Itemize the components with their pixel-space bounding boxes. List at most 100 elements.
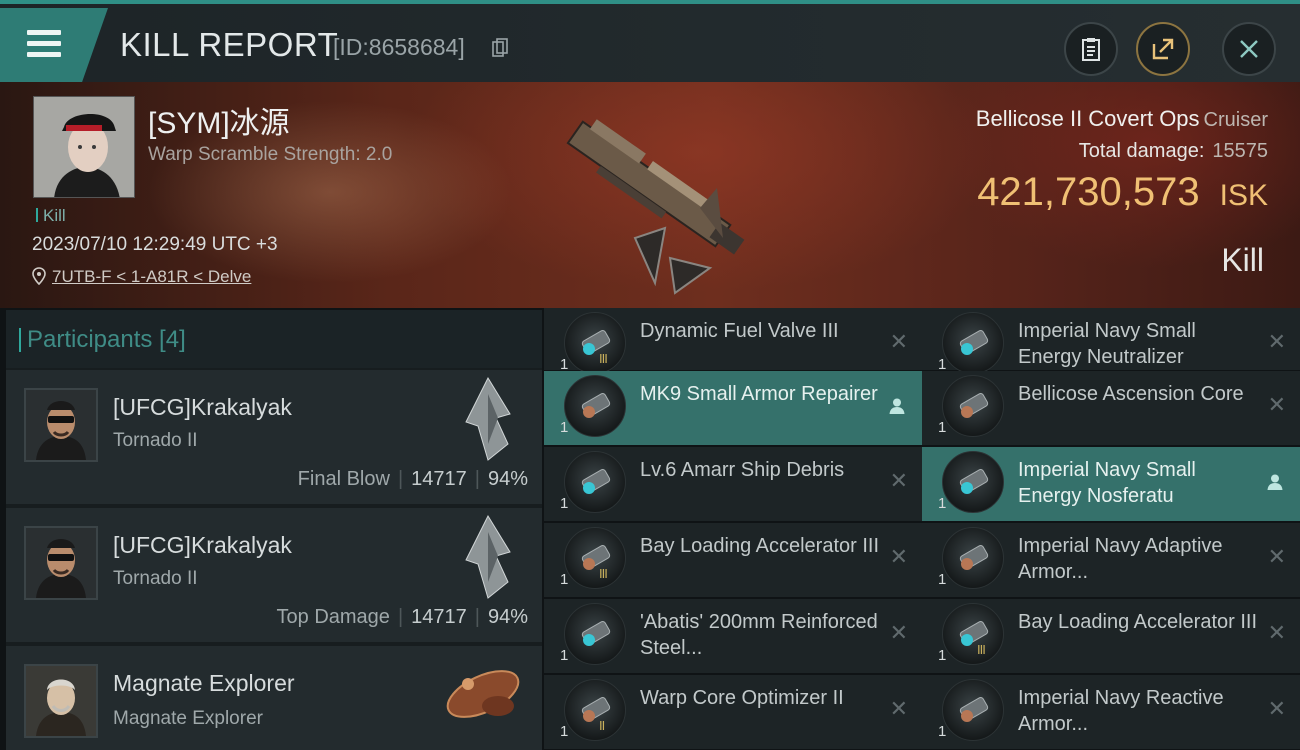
- participants-panel: Participants [4] [UFCG]Krakalyak Tornado…: [6, 310, 542, 750]
- module-name: Warp Core Optimizer II: [640, 687, 844, 709]
- module-quantity: 1: [938, 571, 947, 588]
- module-meta-level: III: [977, 642, 986, 657]
- module-icon: [564, 451, 626, 513]
- module-name: Bellicose Ascension Core: [1018, 383, 1244, 405]
- module-row[interactable]: 1 II Warp Core Optimizer II ✕: [544, 675, 922, 749]
- total-damage-label: Total damage:: [1078, 140, 1205, 162]
- close-icon[interactable]: ✕: [890, 545, 908, 570]
- participant-damage: 14717: [411, 468, 467, 490]
- copy-icon[interactable]: [492, 38, 508, 58]
- module-row[interactable]: 1 Lv.6 Amarr Ship Debris ✕: [544, 447, 922, 521]
- close-icon[interactable]: ✕: [1268, 697, 1286, 722]
- module-icon: [564, 679, 626, 741]
- location-text: 7UTB-F < 1-A81R < Delve: [52, 267, 252, 286]
- module-name: Bay Loading Accelerator III: [1018, 611, 1258, 633]
- clipboard-icon: [1082, 38, 1100, 61]
- module-row[interactable]: 1 Imperial Navy Reactive Armor... ✕: [922, 675, 1300, 749]
- isk-unit: ISK: [1219, 179, 1268, 212]
- module-meta-level: III: [599, 351, 608, 366]
- close-icon[interactable]: ✕: [890, 621, 908, 646]
- participant-ship-image: [465, 376, 511, 461]
- module-name: Imperial Navy Small Energy Neutralizer: [1018, 320, 1196, 368]
- victim-ship-image[interactable]: [535, 88, 775, 298]
- module-row[interactable]: 1 III Dynamic Fuel Valve III ✕: [544, 308, 922, 374]
- module-quantity: 1: [560, 647, 569, 664]
- module-row[interactable]: 1 Imperial Navy Small Energy Neutralizer ✕: [922, 308, 1300, 374]
- participant-name: [UFCG]Krakalyak: [113, 394, 292, 420]
- module-icon: [942, 527, 1004, 589]
- module-row[interactable]: 1 Bellicose Ascension Core ✕: [922, 371, 1300, 445]
- victim-banner: [SYM]冰源 Warp Scramble Strength: 2.0 Kill…: [0, 82, 1300, 308]
- participant-role: Top Damage: [276, 606, 390, 628]
- participant-damage: 14717: [411, 606, 467, 628]
- module-name: Lv.6 Amarr Ship Debris: [640, 459, 845, 481]
- character-portrait-image: [34, 97, 134, 197]
- kill-tag: Kill: [36, 206, 66, 226]
- menu-button[interactable]: [0, 8, 108, 82]
- module-icon: [564, 375, 626, 437]
- module-icon: [564, 603, 626, 665]
- participant-percent: 94%: [487, 606, 528, 628]
- close-icon[interactable]: ✕: [1268, 545, 1286, 570]
- participant-name: [UFCG]Krakalyak: [113, 532, 292, 558]
- participant-stat: Top Damage | 14717 | 94%: [276, 606, 528, 628]
- close-icon[interactable]: ✕: [1268, 621, 1286, 646]
- close-icon[interactable]: ✕: [890, 330, 908, 355]
- module-icon: [942, 603, 1004, 665]
- pilot-icon[interactable]: [888, 397, 906, 415]
- report-id: [ID:8658684]: [333, 34, 465, 60]
- share-icon: [1152, 38, 1174, 60]
- share-button[interactable]: [1136, 22, 1190, 76]
- participants-title: Participants [4]: [19, 326, 186, 353]
- participant-name: Magnate Explorer: [113, 670, 295, 696]
- module-icon: [942, 312, 1004, 374]
- participants-header: Participants [4]: [6, 310, 542, 368]
- participant-ship: Tornado II: [113, 568, 198, 589]
- module-name: MK9 Small Armor Repairer: [640, 383, 878, 405]
- participant-ship-image: [446, 670, 520, 718]
- victim-name[interactable]: [SYM]冰源: [148, 98, 290, 142]
- module-meta-level: III: [599, 566, 608, 581]
- kill-location-link[interactable]: 7UTB-F < 1-A81R < Delve: [32, 267, 251, 287]
- module-name: Dynamic Fuel Valve III: [640, 320, 839, 342]
- participant-row[interactable]: Magnate Explorer Magnate Explorer: [6, 646, 542, 750]
- close-icon[interactable]: ✕: [1268, 393, 1286, 418]
- participant-role: Final Blow: [297, 468, 390, 490]
- kill-datetime: 2023/07/10 12:29:49 UTC +3: [32, 234, 278, 255]
- page-title: KILL REPORT: [120, 26, 339, 63]
- module-name: Bay Loading Accelerator III: [640, 535, 880, 557]
- module-row[interactable]: 1 III Bay Loading Accelerator III ✕: [544, 523, 922, 597]
- module-name: 'Abatis' 200mm Reinforced Steel...: [640, 611, 878, 659]
- module-icon: [942, 375, 1004, 437]
- close-icon[interactable]: ✕: [1268, 330, 1286, 355]
- module-row[interactable]: 1 MK9 Small Armor Repairer: [544, 371, 922, 445]
- isk-value: 421,730,573 ISK: [977, 170, 1268, 215]
- module-name: Imperial Navy Reactive Armor...: [1018, 687, 1224, 735]
- module-row[interactable]: 1 Imperial Navy Adaptive Armor... ✕: [922, 523, 1300, 597]
- close-icon[interactable]: ✕: [890, 697, 908, 722]
- hamburger-icon: [27, 30, 61, 63]
- victim-portrait[interactable]: [33, 96, 135, 198]
- participant-ship-image: [465, 514, 511, 599]
- warp-scramble-strength: Warp Scramble Strength: 2.0: [148, 144, 393, 165]
- participant-row[interactable]: [UFCG]Krakalyak Tornado II Final Blow | 14…: [6, 370, 542, 504]
- module-row[interactable]: 1 III Bay Loading Accelerator III ✕: [922, 599, 1300, 673]
- module-row[interactable]: 1 'Abatis' 200mm Reinforced Steel... ✕: [544, 599, 922, 673]
- close-icon[interactable]: ✕: [890, 469, 908, 494]
- participant-stat: Final Blow | 14717 | 94%: [297, 468, 528, 490]
- ship-name-text[interactable]: Bellicose II Covert Ops: [976, 106, 1200, 131]
- module-icon: [942, 679, 1004, 741]
- module-icon: [564, 312, 626, 374]
- module-row[interactable]: 1 Imperial Navy Small Energy Nosferatu: [922, 447, 1300, 521]
- close-icon: [1240, 40, 1258, 58]
- participant-percent: 94%: [487, 468, 528, 490]
- participant-row[interactable]: [UFCG]Krakalyak Tornado II Top Damage | 14…: [6, 508, 542, 642]
- kill-result: Kill: [1221, 242, 1264, 278]
- close-button[interactable]: [1222, 22, 1276, 76]
- module-icon: [942, 451, 1004, 513]
- clipboard-button[interactable]: [1064, 22, 1118, 76]
- module-quantity: 1: [938, 495, 947, 512]
- pilot-icon[interactable]: [1266, 473, 1284, 491]
- isk-amount: 421,730,573: [977, 170, 1200, 214]
- module-quantity: 1: [938, 723, 947, 740]
